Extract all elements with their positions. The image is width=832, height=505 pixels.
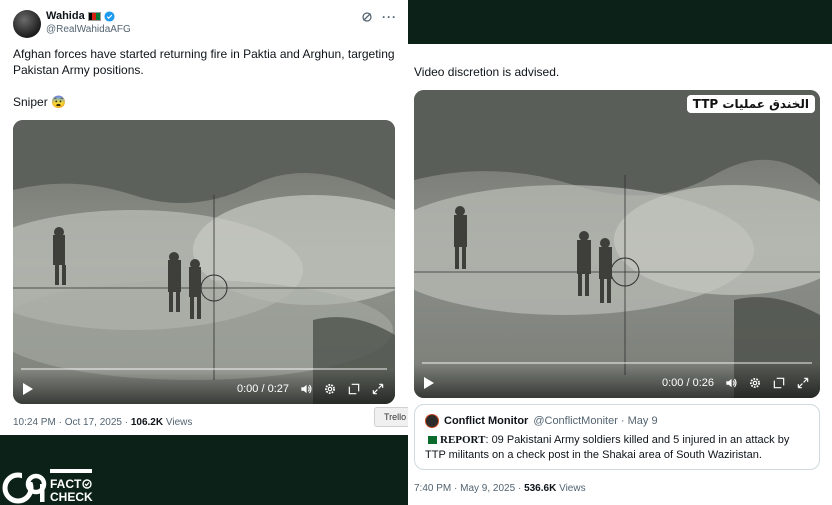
svg-text:CHECK: CHECK [50, 490, 93, 504]
quoted-tweet[interactable]: Conflict Monitor @ConflictMoniter · May … [414, 404, 820, 470]
grok-icon[interactable] [361, 11, 373, 23]
gear-icon[interactable] [323, 382, 337, 396]
views-label: Views [556, 483, 586, 494]
video-player[interactable]: 0:00 / 0:27 [13, 120, 395, 404]
video-frame [414, 90, 820, 398]
quote-handle: @ConflictMoniter · May 9 [533, 415, 658, 427]
display-name[interactable]: Wahida [46, 10, 85, 22]
timestamp[interactable]: 10:24 PM · Oct 17, 2025 · [13, 417, 131, 428]
quote-header: Conflict Monitor @ConflictMoniter · May … [425, 414, 658, 428]
more-icon[interactable]: ··· [382, 10, 397, 24]
verified-badge-icon [104, 10, 115, 22]
play-icon[interactable] [424, 377, 434, 389]
svg-text:FACT: FACT [50, 477, 82, 491]
left-tweet: Wahida @RealWahidaAFG ··· Afghan forces … [0, 0, 410, 435]
tweet-header: Wahida @RealWahidaAFG ··· [13, 10, 399, 40]
play-icon[interactable] [23, 383, 33, 395]
views-count: 536.6K [524, 483, 557, 494]
ttp-watermark: TTP الخندق عملیات [686, 95, 815, 113]
avatar[interactable] [13, 10, 41, 38]
gear-icon[interactable] [748, 376, 762, 390]
views-label: Views [163, 417, 193, 428]
afghan-flag-icon [87, 11, 101, 21]
fact-check-logo: FACT CHECK [2, 469, 93, 504]
report-label: REPORT [440, 434, 486, 446]
quote-name: Conflict Monitor [444, 415, 529, 427]
fullscreen-icon[interactable] [371, 382, 385, 396]
pakistan-flag-icon [425, 436, 437, 445]
fullscreen-icon[interactable] [796, 376, 810, 390]
header-actions: ··· [361, 10, 397, 24]
video-controls: 0:00 / 0:26 [414, 364, 820, 398]
video-controls: 0:00 / 0:27 [13, 370, 395, 404]
tweet-meta: 7:40 PM · May 9, 2025 · 536.6K Views [414, 483, 586, 494]
video-frame [13, 120, 395, 404]
video-time: 0:00 / 0:26 [662, 377, 714, 389]
timestamp[interactable]: 7:40 PM · May 9, 2025 · [414, 483, 524, 494]
right-tweet: Video discretion is advised. TTP الخندق … [408, 44, 832, 505]
video-player[interactable]: TTP الخندق عملیات 0:00 / 0:26 [414, 90, 820, 398]
quote-avatar [425, 414, 439, 428]
page: Wahida @RealWahidaAFG ··· Afghan forces … [0, 0, 832, 505]
pip-icon[interactable] [772, 376, 786, 390]
tweet-meta: 10:24 PM · Oct 17, 2025 · 106.2K Views [13, 417, 192, 428]
tooltip: Trello [374, 407, 410, 427]
video-time: 0:00 / 0:27 [237, 383, 289, 395]
tweet-text-line: Afghan forces have started returning fir… [13, 47, 395, 77]
video-controls-right: 0:00 / 0:27 [237, 382, 385, 396]
volume-icon[interactable] [724, 376, 738, 390]
tweet-text-line: Sniper 😨 [13, 95, 66, 109]
volume-icon[interactable] [299, 382, 313, 396]
pip-icon[interactable] [347, 382, 361, 396]
name-row: Wahida [46, 10, 115, 22]
tweet-text: Afghan forces have started returning fir… [13, 46, 398, 126]
handle[interactable]: @RealWahidaAFG [46, 24, 131, 35]
video-controls-right: 0:00 / 0:26 [662, 376, 810, 390]
tweet-text: Video discretion is advised. [414, 65, 560, 79]
views-count: 106.2K [130, 417, 164, 428]
quote-body: REPORT: 09 Pakistani Army soldiers kille… [425, 433, 810, 463]
